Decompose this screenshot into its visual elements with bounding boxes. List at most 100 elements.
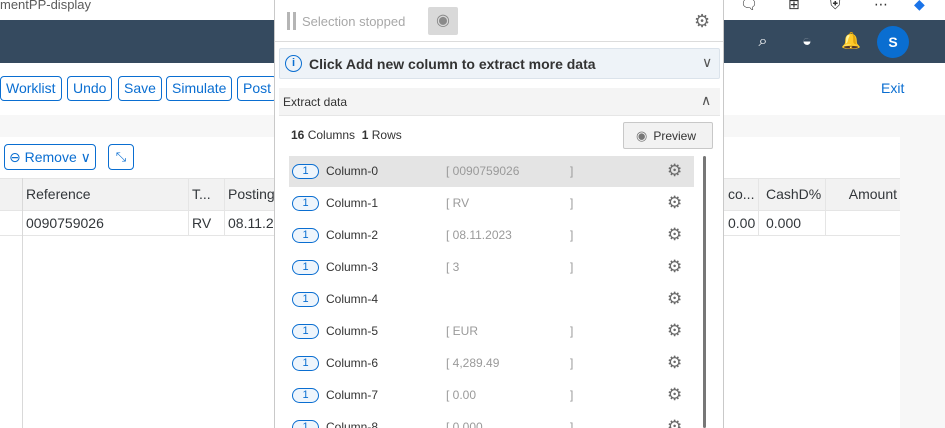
column-sample-close: ] [570, 164, 574, 178]
gear-icon[interactable]: ⚙ [667, 161, 682, 181]
column-row[interactable]: 1 Column-0 [ 0090759026 ] ⚙ [289, 156, 694, 187]
column-name: Column-4 [326, 292, 379, 306]
bell-icon[interactable]: 🔔 [841, 32, 861, 52]
gear-icon[interactable]: ⚙ [667, 385, 682, 405]
rows-count: 1 [361, 128, 369, 142]
post-button[interactable]: Post [237, 76, 278, 101]
url-fragment: mentPP-display [0, 0, 92, 12]
column-sample-close: ] [570, 356, 574, 370]
column-sample-close: ] [570, 228, 574, 242]
extract-data-header[interactable]: Extract data ∧ [279, 88, 720, 116]
column-sample-close: ] [570, 260, 574, 274]
info-message: Click Add new column to extract more dat… [309, 56, 596, 72]
info-bar[interactable]: i Click Add new column to extract more d… [279, 48, 720, 79]
column-badge: 1 [292, 324, 319, 339]
extract-data-title: Extract data [283, 95, 348, 109]
column-badge: 1 [292, 196, 319, 211]
gear-icon[interactable]: ⚙ [667, 321, 682, 341]
column-name: Column-1 [326, 196, 379, 210]
column-row[interactable]: 1 Column-1 [ RV ] ⚙ [289, 188, 694, 219]
gear-icon[interactable]: ⚙ [667, 417, 682, 428]
gear-icon[interactable]: ⚙ [694, 11, 710, 32]
cell-type: RV [192, 215, 212, 231]
column-sample-close: ] [570, 324, 574, 338]
column-badge: 1 [292, 260, 319, 275]
extract-panel: Selection stopped ◉ ⚙ i Click Add new co… [274, 0, 724, 428]
browser-toolbar-icons: 🗨 ⊞ ⛨ ⋯ ◆ [738, 0, 945, 14]
column-name: Column-2 [326, 228, 379, 242]
column-badge: 1 [292, 388, 319, 403]
chevron-down-icon: ∨ [80, 149, 91, 165]
column-header-posting[interactable]: Posting [224, 179, 274, 210]
column-list: 1 Column-0 [ 0090759026 ] ⚙ 1 Column-1 [… [289, 156, 694, 428]
column-name: Column-0 [326, 164, 379, 178]
column-sample-close: ] [570, 388, 574, 402]
column-header-amount[interactable]: Amount [826, 179, 900, 210]
column-row[interactable]: 1 Column-3 [ 3 ] ⚙ [289, 252, 694, 283]
column-name: Column-5 [326, 324, 379, 338]
columns-label: Columns [307, 128, 356, 142]
column-row[interactable]: 1 Column-2 [ 08.11.2023 ] ⚙ [289, 220, 694, 251]
column-row[interactable]: 1 Column-8 [ 0.000 ] ⚙ [289, 412, 694, 428]
column-name: Column-3 [326, 260, 379, 274]
column-row[interactable]: 1 Column-6 [ 4,289.49 ] ⚙ [289, 348, 694, 379]
copilot-icon[interactable]: ◒ [797, 32, 817, 52]
chevron-up-icon[interactable]: ∧ [701, 92, 711, 109]
shield-icon[interactable]: ⛨ [830, 0, 841, 13]
column-badge: 1 [292, 228, 319, 243]
extension-icon[interactable]: ⊞ [788, 0, 800, 13]
column-header-type[interactable]: T... [188, 179, 224, 210]
column-sample: [ RV [446, 196, 470, 210]
chat-icon[interactable]: 🗨 [740, 0, 758, 13]
table-divider [22, 178, 23, 428]
gear-icon[interactable]: ⚙ [667, 193, 682, 213]
remove-button[interactable]: ⊖ Remove ∨ [4, 144, 96, 170]
column-sample: [ 4,289.49 [446, 356, 500, 370]
cell-co: 0.00 [728, 215, 756, 231]
column-badge: 1 [292, 164, 319, 179]
collapse-icon[interactable]: ⤡ [108, 144, 134, 170]
column-row[interactable]: 1 Column-4 ⚙ [289, 284, 694, 315]
column-sample: [ 0090759026 [446, 164, 520, 178]
save-button[interactable]: Save [118, 76, 162, 101]
column-sample-close: ] [570, 420, 574, 428]
simulate-button[interactable]: Simulate [166, 76, 233, 101]
rows-label: Rows [371, 128, 402, 142]
column-name: Column-6 [326, 356, 379, 370]
minus-circle-icon: ⊖ [9, 149, 21, 165]
cell-cashd: 0.000 [766, 215, 802, 231]
gear-icon[interactable]: ⚙ [667, 353, 682, 373]
gear-icon[interactable]: ⚙ [667, 225, 682, 245]
cell-posting: 08.11.2 [228, 215, 274, 231]
chevron-down-icon[interactable]: ∨ [702, 54, 712, 71]
selection-status: Selection stopped [302, 14, 406, 29]
gear-icon[interactable]: ⚙ [667, 289, 682, 309]
column-sample: [ 0.00 [446, 388, 477, 402]
column-list-scrollbar[interactable] [703, 156, 706, 428]
undo-button[interactable]: Undo [67, 76, 113, 101]
column-badge: 1 [292, 420, 319, 428]
gear-icon[interactable]: ⚙ [667, 257, 682, 277]
exit-link[interactable]: Exit [881, 80, 904, 96]
remove-button-label: Remove [24, 149, 77, 165]
column-sample: [ 3 [446, 260, 460, 274]
column-header-cashd[interactable]: CashD% [762, 179, 824, 210]
panel-toolbar: Selection stopped ◉ ⚙ [275, 0, 723, 42]
column-header-co[interactable]: co... [724, 179, 758, 210]
column-sample-close: ] [570, 196, 574, 210]
avatar[interactable]: S [877, 26, 909, 58]
column-row[interactable]: 1 Column-7 [ 0.00 ] ⚙ [289, 380, 694, 411]
eye-icon[interactable]: ◉ [428, 7, 458, 35]
preview-label: Preview [653, 129, 697, 143]
pause-icon[interactable] [287, 12, 296, 30]
preview-button[interactable]: ◉ Preview [623, 122, 713, 149]
cell-amount[interactable] [826, 211, 900, 235]
column-header-reference[interactable]: Reference [22, 179, 188, 210]
copilot-icon[interactable]: ◆ [914, 0, 925, 13]
column-badge: 1 [292, 292, 319, 307]
search-icon[interactable]: ⌕ [753, 32, 773, 52]
more-icon[interactable]: ⋯ [874, 0, 888, 13]
column-sample: [ 0.000 [446, 420, 483, 428]
column-row[interactable]: 1 Column-5 [ EUR ] ⚙ [289, 316, 694, 347]
worklist-button[interactable]: Worklist [0, 76, 62, 101]
